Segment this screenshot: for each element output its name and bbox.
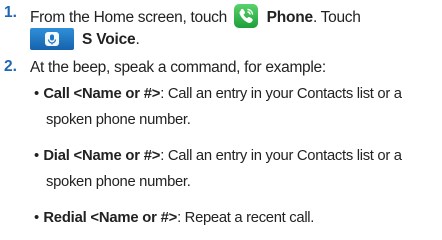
step-1-line-2: S Voice. [30,28,140,50]
bullet-line: • Call <Name or #>: Call an entry in you… [34,84,402,104]
step-1-line-1: From the Home screen, touch Phone. Touch [30,4,361,28]
step-1-end: . [135,31,140,48]
step-1-text: From the Home screen, touch [30,9,227,26]
command-label: Redial <Name or #> [43,210,178,226]
command-label: Call <Name or #> [43,86,161,102]
s-voice-icon [30,28,74,50]
step-number: 1. [4,4,17,21]
command-description: : Repeat a recent call. [177,210,315,226]
step-1-text-after: . Touch [312,9,361,26]
command-description-cont: spoken phone number. [46,112,191,128]
bullet-dot: • [34,148,40,164]
bullet-line: • Redial <Name or #>: Repeat a recent ca… [34,208,314,228]
bullet-line: • Dial <Name or #>: Call an entry in you… [34,146,402,166]
command-label: Dial <Name or #> [43,148,161,164]
phone-app-icon [234,4,259,28]
command-description: : Call an entry in your Contacts list or… [160,86,402,102]
bullet-dot: • [34,210,40,226]
step-number: 2. [4,58,17,75]
phone-label: Phone [266,9,314,26]
command-description-cont: spoken phone number. [46,174,191,190]
step-2-text: At the beep, speak a command, for exampl… [30,59,326,76]
s-voice-label: S Voice [82,31,136,48]
command-description: : Call an entry in your Contacts list or… [160,148,402,164]
bullet-dot: • [34,86,40,102]
